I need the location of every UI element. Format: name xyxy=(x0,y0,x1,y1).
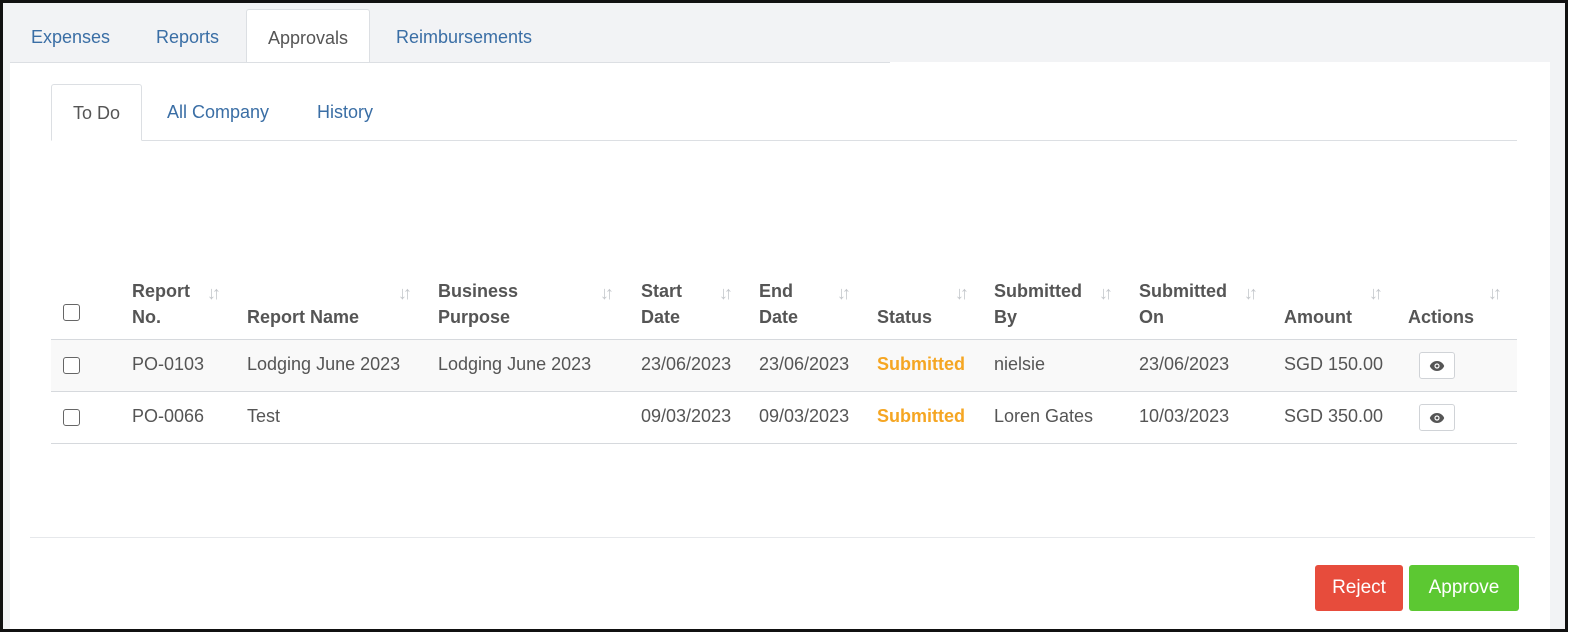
table-row: PO-0066 Test 09/03/2023 09/03/2023 Submi… xyxy=(51,392,1517,444)
column-label: End Date xyxy=(759,281,799,327)
view-report-button[interactable] xyxy=(1419,352,1455,379)
sort-icon[interactable]: ↓↑ xyxy=(719,280,733,306)
panel-divider xyxy=(10,62,890,63)
cell-amount: SGD 350.00 xyxy=(1284,406,1384,426)
column-header-status[interactable]: Status ↓↑ xyxy=(877,274,990,340)
sort-icon[interactable]: ↓↑ xyxy=(837,280,851,306)
approve-button[interactable]: Approve xyxy=(1409,565,1519,611)
cell-submitted-on: 10/03/2023 xyxy=(1139,406,1230,426)
tab-approvals[interactable]: Approvals xyxy=(246,9,371,66)
table-row: PO-0103 Lodging June 2023 Lodging June 2… xyxy=(51,340,1517,392)
cell-submitted-on: 23/06/2023 xyxy=(1139,354,1230,374)
reject-button[interactable]: Reject xyxy=(1315,565,1403,611)
tab-reimbursements[interactable]: Reimbursements xyxy=(375,9,553,65)
cell-end-date: 09/03/2023 xyxy=(759,406,850,426)
cell-business-purpose: Lodging June 2023 xyxy=(438,354,592,374)
view-report-button[interactable] xyxy=(1419,404,1455,431)
cell-submitted-by: Loren Gates xyxy=(994,406,1094,426)
cell-report-no: PO-0066 xyxy=(132,406,205,426)
tab-expenses[interactable]: Expenses xyxy=(10,9,131,65)
tab-to-do[interactable]: To Do xyxy=(51,84,143,141)
eye-icon xyxy=(1429,360,1445,371)
column-label: Actions xyxy=(1408,307,1475,327)
sort-icon[interactable]: ↓↑ xyxy=(1099,280,1113,306)
column-header-report-no[interactable]: Report No. ↓↑ xyxy=(132,274,242,340)
approvals-panel: To Do All Company History Report No. ↓↑ … xyxy=(10,62,1550,629)
sort-icon[interactable]: ↓↑ xyxy=(1369,280,1383,306)
select-all-checkbox[interactable] xyxy=(63,304,80,321)
column-label: Submitted By xyxy=(994,281,1082,327)
sort-icon[interactable]: ↓↑ xyxy=(1488,280,1502,306)
column-header-report-name[interactable]: Report Name ↓↑ xyxy=(247,274,433,340)
sort-icon[interactable]: ↓↑ xyxy=(955,280,969,306)
tab-all-company[interactable]: All Company xyxy=(146,84,290,140)
cell-start-date: 09/03/2023 xyxy=(641,406,732,426)
status-badge: Submitted xyxy=(877,406,965,426)
row-checkbox[interactable] xyxy=(63,357,80,374)
app-frame: Expenses Reports Approvals Reimbursement… xyxy=(0,0,1568,632)
top-tab-bar: Expenses Reports Approvals Reimbursement… xyxy=(10,9,1550,66)
sub-tab-bar: To Do All Company History xyxy=(51,84,1517,141)
cell-end-date: 23/06/2023 xyxy=(759,354,850,374)
column-header-submitted-by[interactable]: Submitted By ↓↑ xyxy=(994,274,1134,340)
cell-submitted-by: nielsie xyxy=(994,354,1046,374)
cell-report-name: Test xyxy=(247,406,281,426)
cell-report-no: PO-0103 xyxy=(132,354,205,374)
sort-icon[interactable]: ↓↑ xyxy=(1244,280,1258,306)
column-header-amount[interactable]: Amount ↓↑ xyxy=(1284,274,1402,340)
eye-icon xyxy=(1429,412,1445,423)
tab-history[interactable]: History xyxy=(296,84,394,140)
approvals-table: Report No. ↓↑ Report Name ↓↑ Business Pu… xyxy=(51,274,1517,444)
tab-reports[interactable]: Reports xyxy=(135,9,240,65)
cell-start-date: 23/06/2023 xyxy=(641,354,732,374)
sort-icon[interactable]: ↓↑ xyxy=(207,280,221,306)
column-label: Status xyxy=(877,307,933,327)
column-header-business-purpose[interactable]: Business Purpose ↓↑ xyxy=(438,274,635,340)
status-badge: Submitted xyxy=(877,354,965,374)
cell-amount: SGD 150.00 xyxy=(1284,354,1384,374)
column-label: Report Name xyxy=(247,307,360,327)
column-label: Report No. xyxy=(132,281,190,327)
sort-icon[interactable]: ↓↑ xyxy=(398,280,412,306)
column-label: Amount xyxy=(1284,307,1352,327)
sort-icon[interactable]: ↓↑ xyxy=(600,280,614,306)
column-header-start-date[interactable]: Start Date ↓↑ xyxy=(641,274,754,340)
row-checkbox[interactable] xyxy=(63,409,80,426)
column-label: Start Date xyxy=(641,281,683,327)
column-label: Submitted On xyxy=(1139,281,1227,327)
column-header-submitted-on[interactable]: Submitted On ↓↑ xyxy=(1139,274,1279,340)
table-header: Report No. ↓↑ Report Name ↓↑ Business Pu… xyxy=(51,274,1517,340)
cell-report-name: Lodging June 2023 xyxy=(247,354,401,374)
column-header-actions[interactable]: Actions ↓↑ xyxy=(1408,274,1516,340)
column-header-end-date[interactable]: End Date ↓↑ xyxy=(759,274,872,340)
footer-divider xyxy=(30,537,1535,538)
column-label: Business Purpose xyxy=(438,281,519,327)
